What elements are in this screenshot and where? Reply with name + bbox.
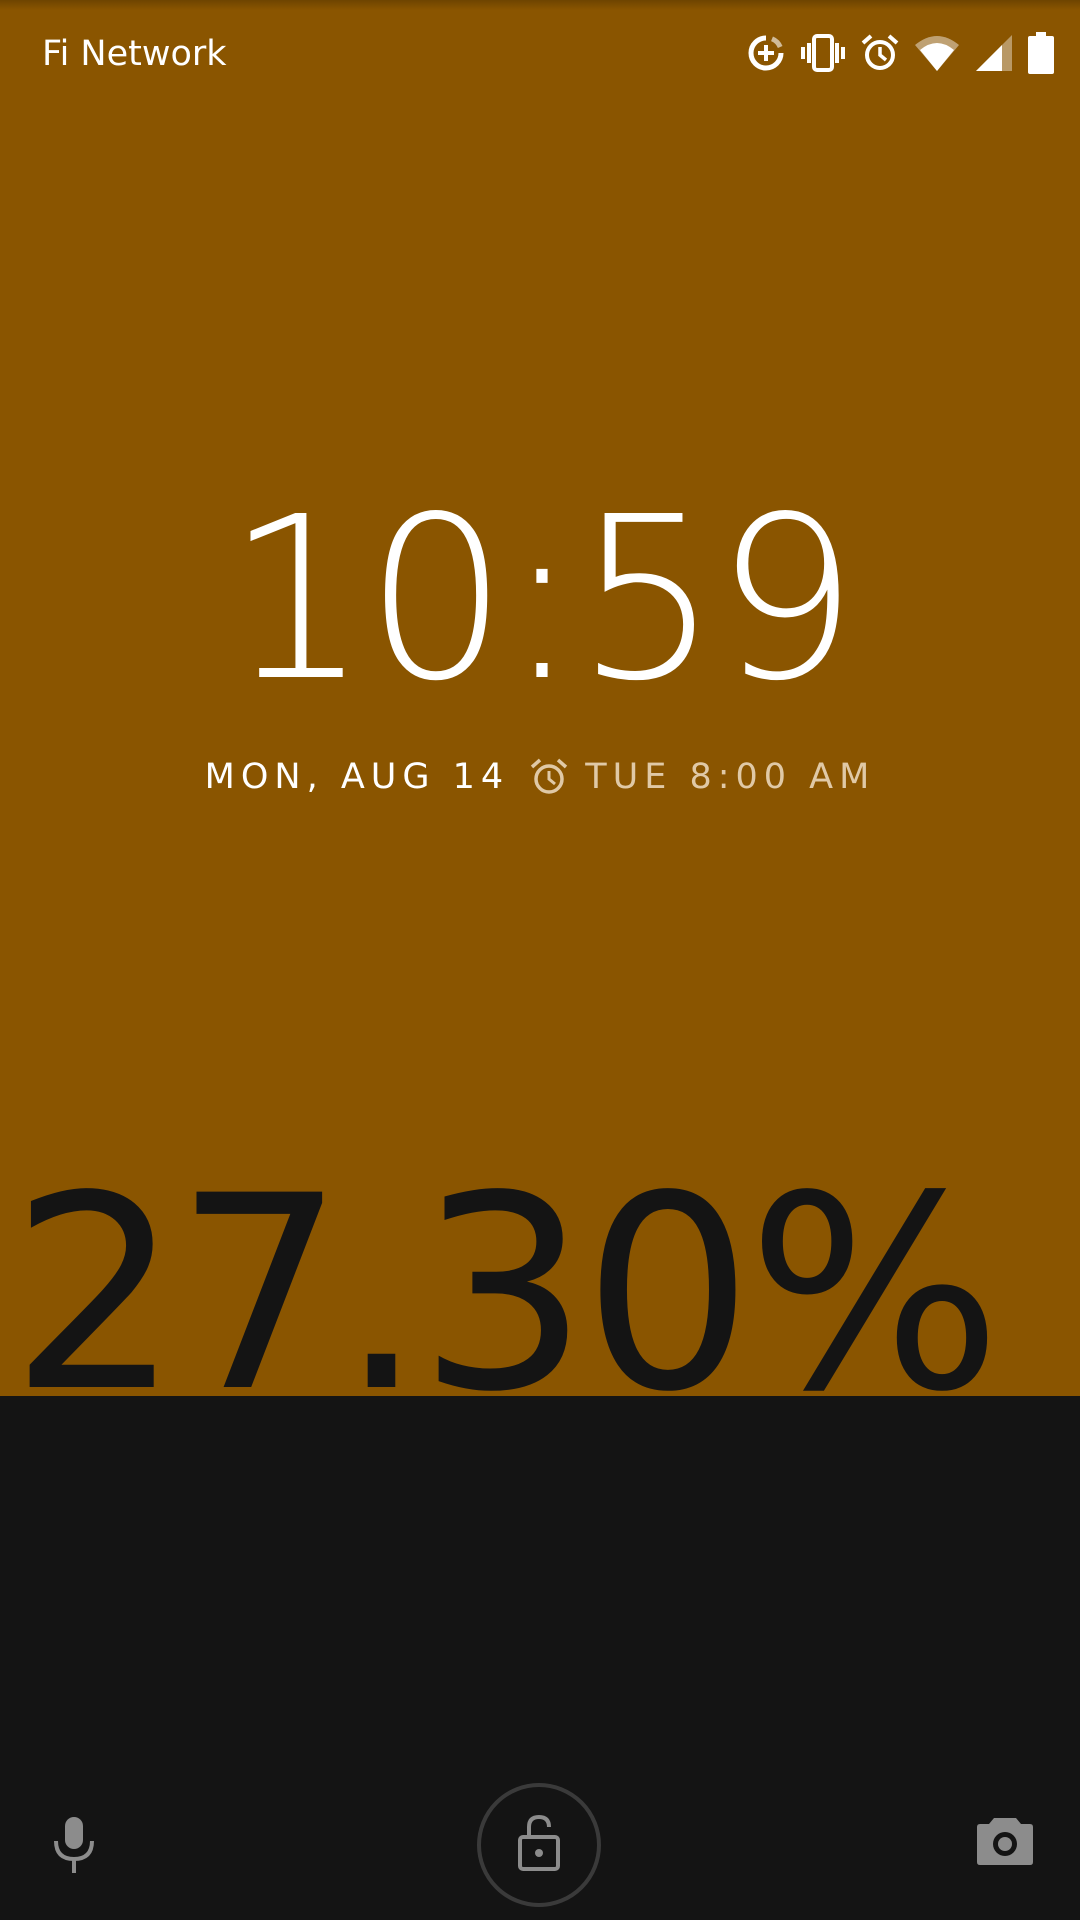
wifi-icon — [914, 33, 960, 73]
status-icons — [732, 28, 1054, 78]
status-bar-shade — [0, 0, 1080, 10]
cell-signal-icon — [974, 33, 1014, 73]
lockscreen-date: MON, AUG 14 — [204, 757, 510, 797]
unlock-button[interactable] — [477, 1783, 601, 1907]
alarm-icon — [860, 33, 900, 73]
charge-percent-text: 27.30% — [10, 1139, 1002, 1396]
date-and-alarm: MON, AUG 14 TUE 8:00 AM — [0, 752, 1080, 802]
data-saver-icon — [746, 33, 786, 73]
camera-icon[interactable] — [976, 1812, 1034, 1866]
charge-level-fill: Fi Network 10:59 MON, AUG 14 TUE 8:00 AM… — [0, 0, 1080, 1396]
next-alarm-icon — [529, 757, 569, 797]
carrier-name: Fi Network — [42, 34, 227, 74]
vibrate-icon — [800, 33, 846, 73]
lockscreen-clock: 10:59 — [225, 469, 858, 731]
voice-assist-icon[interactable] — [48, 1815, 100, 1875]
next-alarm-time: TUE 8:00 AM — [585, 757, 876, 797]
unlock-icon — [517, 1813, 561, 1877]
battery-icon — [1028, 32, 1054, 74]
